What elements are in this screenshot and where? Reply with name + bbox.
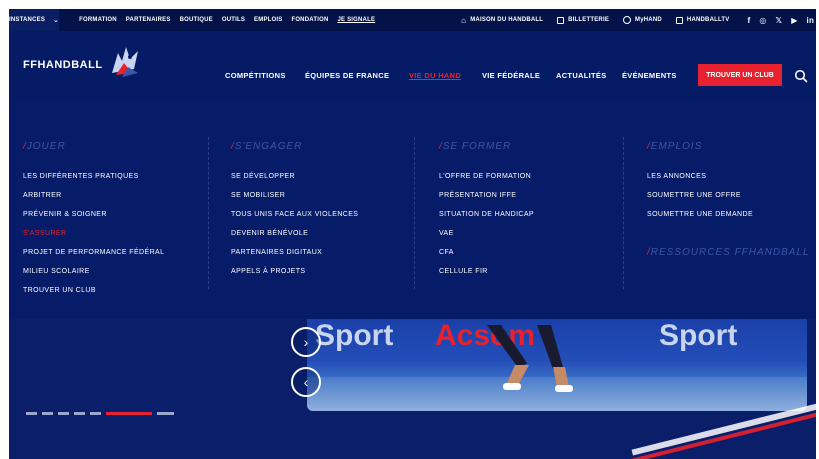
carousel-dot[interactable] (90, 412, 101, 415)
top-link-formation[interactable]: FORMATION (79, 17, 117, 23)
myhand-icon (623, 16, 632, 24)
handballtv-link[interactable]: HANDBALLTV (675, 16, 730, 24)
menu-item-benevole[interactable]: DEVENIR BÉNÉVOLE (231, 230, 308, 237)
nav-evenements[interactable]: ÉVÉNEMENTS (622, 71, 677, 80)
nav-competitions[interactable]: COMPÉTITIONS (225, 71, 286, 80)
carousel-dot[interactable] (74, 412, 85, 415)
carousel-dot[interactable] (42, 412, 53, 415)
linkedin-icon[interactable]: in (807, 16, 815, 25)
column-title-former: /SE FORMER (439, 141, 512, 152)
page-frame: INSTANCES ⌄ FORMATION PARTENAIRES BOUTIQ… (9, 9, 816, 459)
menu-item-milieu-scolaire[interactable]: MILIEU SCOLAIRE (23, 268, 90, 275)
menu-item-annonces[interactable]: LES ANNONCES (647, 173, 706, 180)
nav-actualites[interactable]: ACTUALITÉS (556, 71, 607, 80)
search-icon[interactable] (794, 69, 808, 83)
nav-vie-federale[interactable]: VIE FÉDÉRALE (482, 71, 540, 80)
x-icon[interactable]: 𝕏 (776, 16, 783, 25)
facebook-icon[interactable]: f (747, 16, 750, 25)
maison-du-handball-link[interactable]: ⌂ MAISON DU HANDBALL (461, 16, 543, 25)
menu-item-cfa[interactable]: CFA (439, 249, 454, 256)
chevron-down-icon: ⌄ (53, 17, 60, 24)
house-icon: ⌂ (461, 15, 467, 25)
social-links: f ◎ 𝕏 ▶ in ♪ (747, 16, 816, 25)
utility-bar: INSTANCES ⌄ FORMATION PARTENAIRES BOUTIQ… (9, 9, 816, 31)
menu-item-presentation-iffe[interactable]: PRÉSENTATION IFFE (439, 192, 516, 199)
chevron-right-icon: › (303, 334, 309, 350)
menu-item-soumettre-demande[interactable]: SOUMETTRE UNE DEMANDE (647, 211, 753, 218)
nav-vie-du-hand[interactable]: VIE DU HAND (409, 71, 461, 80)
top-link-emplois[interactable]: EMPLOIS (254, 17, 282, 23)
menu-item-s-assurer[interactable]: S'ASSURER (23, 230, 66, 237)
menu-item-handicap[interactable]: SITUATION DE HANDICAP (439, 211, 534, 218)
column-title-emplois: /EMPLOIS (647, 141, 703, 152)
carousel-indicators (26, 412, 174, 415)
column-title-engager: /S'ENGAGER (231, 141, 303, 152)
column-divider (623, 137, 624, 289)
chevron-left-icon: ‹ (303, 374, 309, 390)
main-header: FFHANDBALL COMPÉTITIONS ÉQUIPES DE FRANC… (9, 31, 816, 101)
youtube-icon[interactable]: ▶ (791, 16, 797, 25)
billetterie-link[interactable]: BILLETTERIE (557, 16, 609, 24)
rooster-logo-icon[interactable] (108, 43, 142, 81)
menu-item-appels-projets[interactable]: APPELS À PROJETS (231, 268, 305, 275)
menu-item-partenaires-digitaux[interactable]: PARTENAIRES DIGITAUX (231, 249, 322, 256)
hero-photo: Sport Acsom Sport (307, 319, 807, 411)
menu-item-pratiques[interactable]: LES DIFFÉRENTES PRATIQUES (23, 173, 139, 180)
banner-text: Sport (659, 319, 738, 352)
column-title-jouer: /JOUER (23, 141, 66, 152)
menu-item-prevenir-soigner[interactable]: PRÉVENIR & SOIGNER (23, 211, 107, 218)
instances-dropdown[interactable]: INSTANCES ⌄ (9, 9, 60, 31)
carousel-prev-button[interactable]: ‹ (291, 367, 321, 397)
find-club-button[interactable]: TROUVER UN CLUB (698, 64, 782, 86)
menu-item-se-developper[interactable]: SE DÉVELOPPER (231, 173, 295, 180)
site-logo[interactable]: FFHANDBALL (23, 59, 103, 71)
menu-item-soumettre-offre[interactable]: SOUMETTRE UNE OFFRE (647, 192, 741, 199)
column-divider (208, 137, 209, 289)
instagram-icon[interactable]: ◎ (759, 16, 766, 25)
myhand-link[interactable]: MyHAND (623, 16, 662, 24)
top-link-je-signale[interactable]: JE SIGNALE (337, 17, 375, 23)
menu-item-vae[interactable]: VAE (439, 230, 454, 237)
menu-item-offre-formation[interactable]: L'OFFRE DE FORMATION (439, 173, 531, 180)
player-legs-image (487, 325, 573, 392)
ticket-icon (557, 16, 565, 24)
top-link-boutique[interactable]: BOUTIQUE (180, 17, 213, 23)
carousel-dot[interactable] (157, 412, 174, 415)
menu-item-arbitrer[interactable]: ARBITRER (23, 192, 62, 199)
carousel-dot-active[interactable] (106, 412, 152, 415)
menu-item-se-mobiliser[interactable]: SE MOBILISER (231, 192, 285, 199)
mega-menu: /JOUER LES DIFFÉRENTES PRATIQUES ARBITRE… (9, 101, 816, 319)
menu-item-violences[interactable]: TOUS UNIS FACE AUX VIOLENCES (231, 211, 358, 218)
instances-label: INSTANCES (9, 17, 46, 23)
menu-item-cellule-fir[interactable]: CELLULE FIR (439, 268, 488, 275)
banner-text: Sport (315, 319, 394, 352)
top-link-fondation[interactable]: FONDATION (291, 17, 328, 23)
carousel-dot[interactable] (26, 412, 37, 415)
play-icon (675, 16, 683, 24)
top-link-partenaires[interactable]: PARTENAIRES (126, 17, 171, 23)
hero-carousel: Sport Acsom Sport › ‹ (9, 319, 816, 459)
menu-item-projet-performance[interactable]: PROJET DE PERFORMANCE FÉDÉRAL (23, 249, 164, 256)
top-link-outils[interactable]: OUTILS (222, 17, 245, 23)
column-title-ressources[interactable]: /RESSOURCES FFHANDBALL (647, 247, 810, 258)
carousel-dot[interactable] (58, 412, 69, 415)
carousel-next-button[interactable]: › (291, 327, 321, 357)
nav-equipes-de-france[interactable]: ÉQUIPES DE FRANCE (305, 71, 389, 80)
column-divider (414, 137, 415, 289)
menu-item-trouver-un-club[interactable]: TROUVER UN CLUB (23, 287, 96, 294)
